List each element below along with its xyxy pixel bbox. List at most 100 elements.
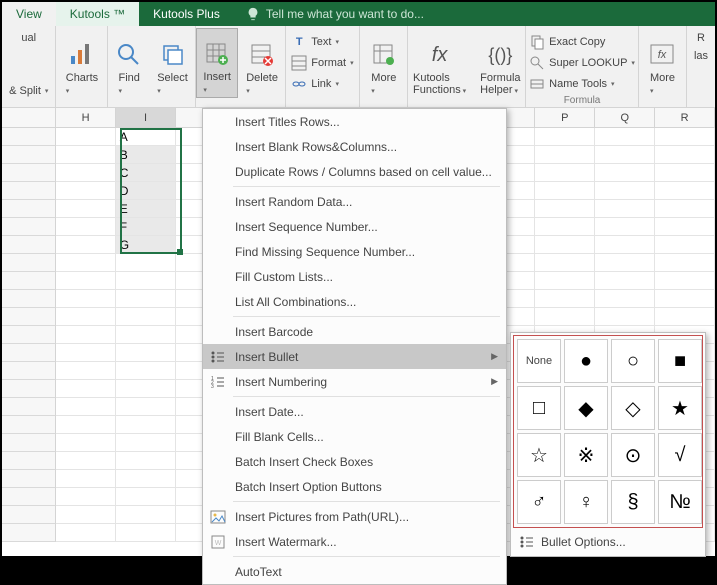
- cell[interactable]: G: [116, 236, 176, 254]
- col-header[interactable]: I: [116, 108, 176, 127]
- delete-icon: [248, 41, 276, 69]
- charts-button[interactable]: Charts▾: [60, 28, 104, 98]
- svg-text:W: W: [215, 540, 222, 547]
- tab-kutools-plus[interactable]: Kutools Plus: [139, 2, 234, 26]
- more-button-1[interactable]: More▾: [364, 28, 404, 98]
- bullet-open-square[interactable]: □: [517, 386, 561, 430]
- tab-bar: View Kutools ™ Kutools Plus Tell me what…: [2, 2, 715, 26]
- bullet-numero-sign[interactable]: №: [658, 480, 702, 524]
- bullet-filled-circle[interactable]: ●: [564, 339, 608, 383]
- menu-insert-date[interactable]: Insert Date...: [203, 399, 506, 424]
- menu-autotext[interactable]: AutoText: [203, 559, 506, 584]
- menu-find-missing-sequence[interactable]: Find Missing Sequence Number...: [203, 239, 506, 264]
- super-lookup-button[interactable]: Super LOOKUP▾: [525, 53, 639, 73]
- cell[interactable]: B: [116, 146, 176, 164]
- menu-insert-blank-rows[interactable]: Insert Blank Rows&Columns...: [203, 134, 506, 159]
- bullet-filled-star[interactable]: ★: [658, 386, 702, 430]
- menu-insert-bullet[interactable]: Insert Bullet▶: [203, 344, 506, 369]
- tellme-search[interactable]: Tell me what you want to do...: [246, 2, 424, 26]
- chevron-right-icon: ▶: [491, 351, 498, 362]
- cell[interactable]: F: [116, 218, 176, 236]
- bullet-checkmark[interactable]: √: [658, 433, 702, 477]
- menu-insert-pictures-from-path[interactable]: Insert Pictures from Path(URL)...: [203, 504, 506, 529]
- menu-insert-titles-rows[interactable]: Insert Titles Rows...: [203, 109, 506, 134]
- braces-icon: {()}: [486, 41, 514, 69]
- col-header[interactable]: Q: [595, 108, 655, 127]
- find-button[interactable]: Find▾: [109, 28, 149, 98]
- col-header[interactable]: H: [56, 108, 116, 127]
- format-icon: [291, 55, 307, 71]
- menu-insert-numbering[interactable]: 123Insert Numbering▶: [203, 369, 506, 394]
- col-header[interactable]: R: [655, 108, 715, 127]
- bullet-reference-mark[interactable]: ※: [564, 433, 608, 477]
- menu-insert-barcode[interactable]: Insert Barcode: [203, 319, 506, 344]
- menu-fill-custom-lists[interactable]: Fill Custom Lists...: [203, 264, 506, 289]
- cell[interactable]: C: [116, 164, 176, 182]
- insert-icon: [203, 40, 231, 68]
- bullet-open-diamond[interactable]: ◇: [611, 386, 655, 430]
- chart-icon: [68, 41, 96, 69]
- bullet-male-sign[interactable]: ♂: [517, 480, 561, 524]
- menu-duplicate-rows[interactable]: Duplicate Rows / Columns based on cell v…: [203, 159, 506, 184]
- bullet-none[interactable]: None: [517, 339, 561, 383]
- menu-insert-watermark[interactable]: WInsert Watermark...: [203, 529, 506, 554]
- ual-label: ual: [21, 28, 36, 48]
- format-button[interactable]: Format▾: [287, 53, 357, 73]
- select-button[interactable]: Select▾: [151, 28, 194, 98]
- numbered-list-icon: 123: [207, 372, 229, 392]
- menu-insert-random-data[interactable]: Insert Random Data...: [203, 189, 506, 214]
- kutools-functions-button[interactable]: fx KutoolsFunctions ▾: [407, 28, 472, 98]
- fx-icon: fx: [426, 41, 454, 69]
- name-tools-button[interactable]: Name Tools▾: [525, 74, 618, 94]
- insert-dropdown-menu: Insert Titles Rows... Insert Blank Rows&…: [202, 108, 507, 585]
- picture-icon: [207, 507, 229, 527]
- select-icon: [159, 41, 187, 69]
- delete-button[interactable]: Delete▾: [240, 28, 284, 98]
- svg-text:fx: fx: [658, 49, 667, 61]
- menu-batch-insert-checkboxes[interactable]: Batch Insert Check Boxes: [203, 449, 506, 474]
- las-label: las: [692, 48, 710, 64]
- bullet-open-circle[interactable]: ○: [611, 339, 655, 383]
- bullet-circled-dot[interactable]: ⊙: [611, 433, 655, 477]
- link-button[interactable]: Link▾: [287, 74, 357, 94]
- bullet-section-sign[interactable]: §: [611, 480, 655, 524]
- bullet-submenu: None ● ○ ■ □ ◆ ◇ ★ ☆ ※ ⊙ √ ♂ ♀ § № Bulle…: [510, 332, 706, 557]
- lightbulb-icon: [246, 7, 260, 21]
- find-icon: [115, 41, 143, 69]
- tab-kutools[interactable]: Kutools ™: [56, 2, 139, 26]
- link-icon: [291, 76, 307, 92]
- bullet-filled-diamond[interactable]: ◆: [564, 386, 608, 430]
- ribbon: ual & Split▾ Charts▾ Find▾ Select▾ Inser…: [2, 26, 715, 108]
- svg-text:3: 3: [211, 384, 214, 390]
- col-header[interactable]: P: [535, 108, 595, 127]
- bullet-filled-square[interactable]: ■: [658, 339, 702, 383]
- split-button[interactable]: & Split▾: [5, 83, 52, 99]
- fx-box-icon: fx: [648, 41, 676, 69]
- text-icon: T: [291, 34, 307, 50]
- text-button[interactable]: TText▾: [287, 32, 357, 52]
- name-icon: [529, 76, 545, 92]
- bullet-list-icon: [207, 347, 229, 367]
- tab-view[interactable]: View: [2, 2, 56, 26]
- cell[interactable]: D: [116, 182, 176, 200]
- formula-helper-button[interactable]: {()} FormulaHelper ▾: [474, 28, 526, 98]
- cell[interactable]: A: [116, 128, 176, 146]
- lookup-icon: [529, 55, 545, 71]
- menu-batch-insert-option-buttons[interactable]: Batch Insert Option Buttons: [203, 474, 506, 499]
- insert-button[interactable]: Insert▾: [196, 28, 238, 98]
- copy-icon: [529, 34, 545, 50]
- more-button-2[interactable]: fx More▾: [642, 28, 682, 98]
- bullet-options-icon: [519, 534, 535, 550]
- exact-copy-button[interactable]: Exact Copy: [525, 32, 609, 52]
- formula-group-label: Formula: [526, 95, 638, 106]
- cell[interactable]: E: [116, 200, 176, 218]
- r-label: R: [695, 28, 707, 48]
- menu-insert-sequence-number[interactable]: Insert Sequence Number...: [203, 214, 506, 239]
- bullet-options-button[interactable]: Bullet Options...: [513, 528, 703, 554]
- watermark-icon: W: [207, 532, 229, 552]
- bullet-female-sign[interactable]: ♀: [564, 480, 608, 524]
- bullet-open-star[interactable]: ☆: [517, 433, 561, 477]
- menu-fill-blank-cells[interactable]: Fill Blank Cells...: [203, 424, 506, 449]
- chevron-right-icon: ▶: [491, 376, 498, 387]
- menu-list-all-combinations[interactable]: List All Combinations...: [203, 289, 506, 314]
